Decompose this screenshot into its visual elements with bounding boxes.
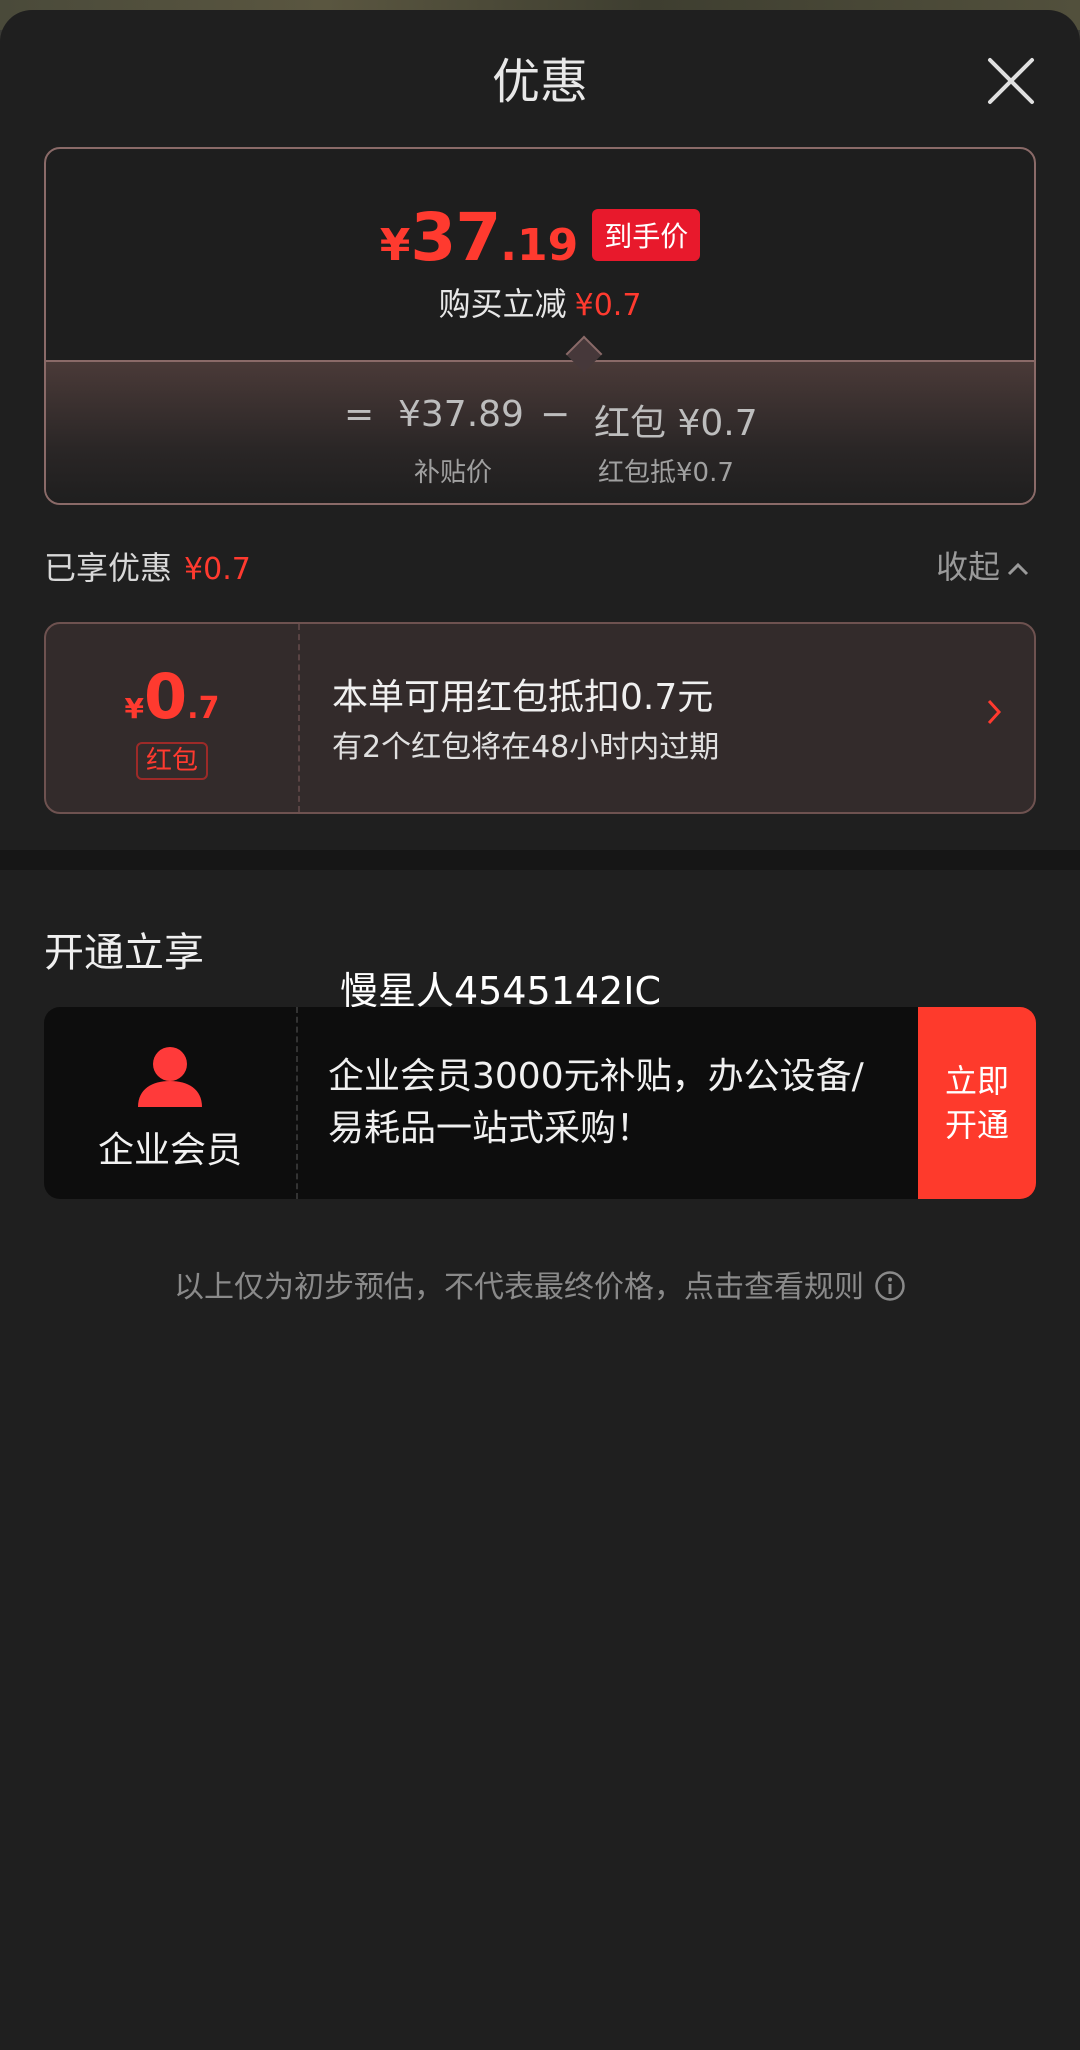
equals-sign: = xyxy=(344,394,375,435)
red-packet-subtitle: 有2个红包将在48小时内过期 xyxy=(332,730,720,765)
purchase-reduction: 购买立减 ¥0.7 xyxy=(46,279,1034,325)
close-button[interactable] xyxy=(984,54,1038,108)
enjoyed-discount: 已享优惠 ¥0.7 xyxy=(44,543,251,589)
info-icon xyxy=(875,1271,905,1301)
final-price-section: ¥37.19 到手价 购买立减 ¥0.7 xyxy=(46,149,1034,360)
user-icon xyxy=(138,1047,202,1107)
red-packet-caption: 红包抵¥0.7 xyxy=(598,458,734,488)
section-divider xyxy=(0,850,1080,870)
chevron-right-icon xyxy=(987,699,1002,725)
chevron-up-icon xyxy=(1007,562,1029,576)
open-now-line2: 开通 xyxy=(944,1106,1009,1144)
open-now-button[interactable]: 立即 开通 xyxy=(918,1007,1036,1199)
subsidy-price-caption: 补贴价 xyxy=(414,458,493,488)
final-price-badge: 到手价 xyxy=(592,209,701,261)
enjoyed-label: 已享优惠 xyxy=(44,549,173,587)
subsidy-price-value: ¥37.89 xyxy=(398,394,524,435)
open-section-title: 开通立享 xyxy=(44,930,204,976)
red-packet-title: 本单可用红包抵扣0.7元 xyxy=(332,677,714,718)
red-packet-amount: ¥0.7 xyxy=(46,660,298,733)
red-packet-tag: 红包 xyxy=(136,742,209,780)
collapse-label: 收起 xyxy=(936,548,1001,586)
reduction-label: 购买立减 xyxy=(438,285,567,323)
final-price-integer: 37 xyxy=(410,199,501,276)
reduction-amount: ¥0.7 xyxy=(574,288,642,323)
red-packet-integer: 0 xyxy=(144,660,188,733)
discount-sheet: 优惠 ¥37.19 到手价 购买立减 ¥0.7 = ¥37.89 − 红包 ¥0.7… xyxy=(0,10,1080,2050)
member-badge-area: 企业会员 xyxy=(44,1007,296,1199)
red-packet-currency: ¥ xyxy=(124,692,145,725)
minus-sign: − xyxy=(540,394,571,435)
close-icon xyxy=(988,58,1034,104)
final-price: ¥37.19 到手价 xyxy=(46,199,1034,276)
red-packet-value-area: ¥0.7 红包 xyxy=(46,624,298,812)
red-packet-card[interactable]: ¥0.7 红包 本单可用红包抵扣0.7元 有2个红包将在48小时内过期 xyxy=(44,622,1036,814)
rules-disclaimer-link[interactable]: 以上仅为初步预估，不代表最终价格，点击查看规则 xyxy=(0,1262,1080,1306)
price-breakdown-card: ¥37.19 到手价 购买立减 ¥0.7 = ¥37.89 − 红包 ¥0.7 补贴… xyxy=(44,147,1036,505)
collapse-button[interactable]: 收起 xyxy=(936,542,1030,588)
price-formula-section: = ¥37.89 − 红包 ¥0.7 补贴价 红包抵¥0.7 xyxy=(46,360,1034,503)
disclaimer-text: 以上仅为初步预估，不代表最终价格，点击查看规则 xyxy=(174,1270,864,1305)
open-now-line1: 立即 xyxy=(944,1062,1009,1100)
final-price-decimal: .19 xyxy=(500,220,579,271)
red-packet-decimal: .7 xyxy=(187,691,220,726)
member-name: 企业会员 xyxy=(97,1130,242,1171)
price-formula: = ¥37.89 − 红包 ¥0.7 xyxy=(46,394,1034,444)
dashed-divider xyxy=(298,624,300,812)
enterprise-member-card: 企业会员 企业会员3000元补贴，办公设备/易耗品一站式采购！ 立即 开通 xyxy=(44,1007,1036,1199)
member-description: 企业会员3000元补贴，办公设备/易耗品一站式采购！ xyxy=(328,1056,864,1149)
member-dashed-divider xyxy=(296,1007,298,1199)
open-now-label: 立即 开通 xyxy=(945,1059,1009,1147)
sheet-title: 优惠 xyxy=(491,54,588,110)
currency-symbol: ¥ xyxy=(379,220,411,271)
enjoyed-amount: ¥0.7 xyxy=(184,552,251,587)
red-packet-value: 红包 ¥0.7 xyxy=(594,403,758,444)
